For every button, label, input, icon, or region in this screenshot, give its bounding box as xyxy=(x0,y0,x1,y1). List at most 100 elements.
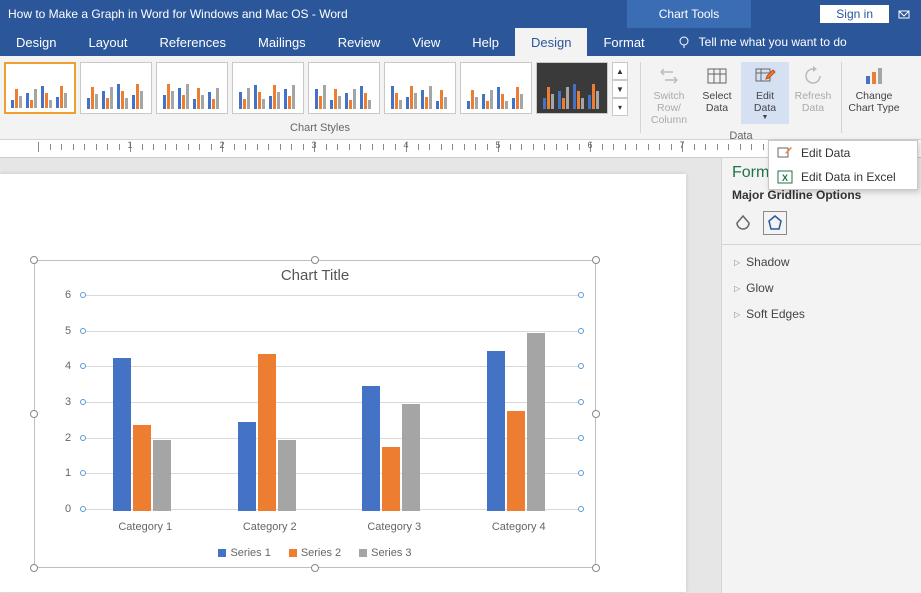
tell-me-search[interactable]: Tell me what you want to do xyxy=(661,28,847,56)
expand-icon: ▷ xyxy=(734,310,740,319)
x-axis-label: Category 2 xyxy=(208,521,333,533)
data-group: Switch Row/ Column Select Data Edit Data… xyxy=(641,56,841,139)
effects-tab-icon[interactable] xyxy=(764,212,786,234)
select-data-icon xyxy=(705,64,729,88)
chart-title[interactable]: Chart Title xyxy=(35,261,595,288)
page[interactable]: Chart Title 0123456 Category 1Category 2… xyxy=(0,174,686,592)
edit-data-excel-menu-item[interactable]: X Edit Data in Excel xyxy=(769,165,917,189)
tell-me-label: Tell me what you want to do xyxy=(699,35,847,49)
switch-icon xyxy=(657,64,681,88)
format-pane-subtitle: Major Gridline Options xyxy=(732,188,911,202)
edit-data-small-icon xyxy=(777,145,793,161)
tab-view[interactable]: View xyxy=(396,28,456,56)
bar[interactable] xyxy=(382,447,400,511)
edit-data-button[interactable]: Edit Data ▼ xyxy=(741,62,789,124)
edit-data-icon xyxy=(753,64,777,88)
type-group: Change Chart Type xyxy=(842,56,906,139)
glow-section[interactable]: ▷Glow xyxy=(732,275,911,301)
chart-object[interactable]: Chart Title 0123456 Category 1Category 2… xyxy=(34,260,596,568)
svg-text:X: X xyxy=(782,173,788,183)
bar[interactable] xyxy=(133,425,151,511)
sign-in-button[interactable]: Sign in xyxy=(820,5,889,23)
tab-layout[interactable]: Layout xyxy=(72,28,143,56)
bar[interactable] xyxy=(113,358,131,511)
resize-handle-ne[interactable] xyxy=(592,256,600,264)
resize-handle-e[interactable] xyxy=(592,410,600,418)
bar[interactable] xyxy=(238,422,256,511)
chart-style-thumb[interactable] xyxy=(384,62,456,114)
tab-chart-format[interactable]: Format xyxy=(587,28,660,56)
bar[interactable] xyxy=(258,354,276,511)
contextual-tab-chart-tools: Chart Tools xyxy=(627,0,751,28)
switch-row-column-button: Switch Row/ Column xyxy=(645,62,693,124)
chart-style-thumb[interactable] xyxy=(536,62,608,114)
ruler-label: 1 xyxy=(127,140,132,150)
resize-handle-s[interactable] xyxy=(311,564,319,572)
edit-data-menu-item[interactable]: Edit Data xyxy=(769,141,917,165)
y-axis-label: 0 xyxy=(65,503,71,515)
y-axis-label: 6 xyxy=(65,289,71,301)
bar[interactable] xyxy=(362,386,380,511)
dropdown-arrow-icon: ▼ xyxy=(762,114,769,122)
tab-design-page[interactable]: Design xyxy=(0,28,72,56)
bar[interactable] xyxy=(278,440,296,511)
y-axis-label: 1 xyxy=(65,467,71,479)
chart-type-icon xyxy=(862,64,886,88)
y-axis-label: 3 xyxy=(65,396,71,408)
chart-style-thumb[interactable] xyxy=(460,62,532,114)
chart-style-thumb[interactable] xyxy=(308,62,380,114)
bar[interactable] xyxy=(153,440,171,511)
ruler-label: 2 xyxy=(219,140,224,150)
gallery-down-button[interactable]: ▼ xyxy=(612,80,628,98)
chart-style-thumb[interactable] xyxy=(232,62,304,114)
gallery-more-button[interactable]: ▾ xyxy=(612,98,628,116)
gallery-up-button[interactable]: ▲ xyxy=(612,62,628,80)
tab-mailings[interactable]: Mailings xyxy=(242,28,322,56)
x-axis-label: Category 1 xyxy=(83,521,208,533)
bar[interactable] xyxy=(487,351,505,512)
chart-style-thumb[interactable] xyxy=(4,62,76,114)
document-title: How to Make a Graph in Word for Windows … xyxy=(8,7,348,21)
resize-handle-nw[interactable] xyxy=(30,256,38,264)
bar[interactable] xyxy=(507,411,525,511)
resize-handle-sw[interactable] xyxy=(30,564,38,572)
chart-style-thumb[interactable] xyxy=(156,62,228,114)
ruler-label: 4 xyxy=(403,140,408,150)
edit-data-dropdown: Edit Data X Edit Data in Excel xyxy=(768,140,918,190)
chart-styles-group: ▲ ▼ ▾ Chart Styles xyxy=(0,56,640,139)
resize-handle-w[interactable] xyxy=(30,410,38,418)
tab-chart-design[interactable]: Design xyxy=(515,28,587,56)
ribbon-display-icon[interactable] xyxy=(895,5,913,23)
resize-handle-se[interactable] xyxy=(592,564,600,572)
title-bar: How to Make a Graph in Word for Windows … xyxy=(0,0,921,28)
ruler-label: 7 xyxy=(679,140,684,150)
legend-item[interactable]: Series 1 xyxy=(218,547,270,559)
x-axis-label: Category 3 xyxy=(332,521,457,533)
y-axis-label: 4 xyxy=(65,360,71,372)
legend-item[interactable]: Series 3 xyxy=(359,547,411,559)
resize-handle-n[interactable] xyxy=(311,256,319,264)
legend-item[interactable]: Series 2 xyxy=(289,547,341,559)
ruler-label: 6 xyxy=(587,140,592,150)
bar[interactable] xyxy=(402,404,420,511)
change-chart-type-button[interactable]: Change Chart Type xyxy=(846,62,902,124)
expand-icon: ▷ xyxy=(734,258,740,267)
plot-area[interactable]: 0123456 xyxy=(83,295,581,511)
bar[interactable] xyxy=(527,333,545,511)
format-pane: Format Major Gridlines Major Gridline Op… xyxy=(721,158,921,593)
shadow-section[interactable]: ▷Shadow xyxy=(732,249,911,275)
excel-icon: X xyxy=(777,169,793,185)
tab-references[interactable]: References xyxy=(144,28,242,56)
tab-help[interactable]: Help xyxy=(456,28,515,56)
select-data-button[interactable]: Select Data xyxy=(693,62,741,124)
tab-review[interactable]: Review xyxy=(322,28,397,56)
fill-line-tab-icon[interactable] xyxy=(732,212,754,234)
y-axis-label: 5 xyxy=(65,325,71,337)
soft-edges-section[interactable]: ▷Soft Edges xyxy=(732,301,911,327)
x-axis-label: Category 4 xyxy=(457,521,582,533)
chart-style-thumb[interactable] xyxy=(80,62,152,114)
ruler-label: 3 xyxy=(311,140,316,150)
legend[interactable]: Series 1 Series 2 Series 3 xyxy=(35,547,595,559)
y-axis-label: 2 xyxy=(65,432,71,444)
ribbon: ▲ ▼ ▾ Chart Styles Switch Row/ Column Se… xyxy=(0,56,921,140)
